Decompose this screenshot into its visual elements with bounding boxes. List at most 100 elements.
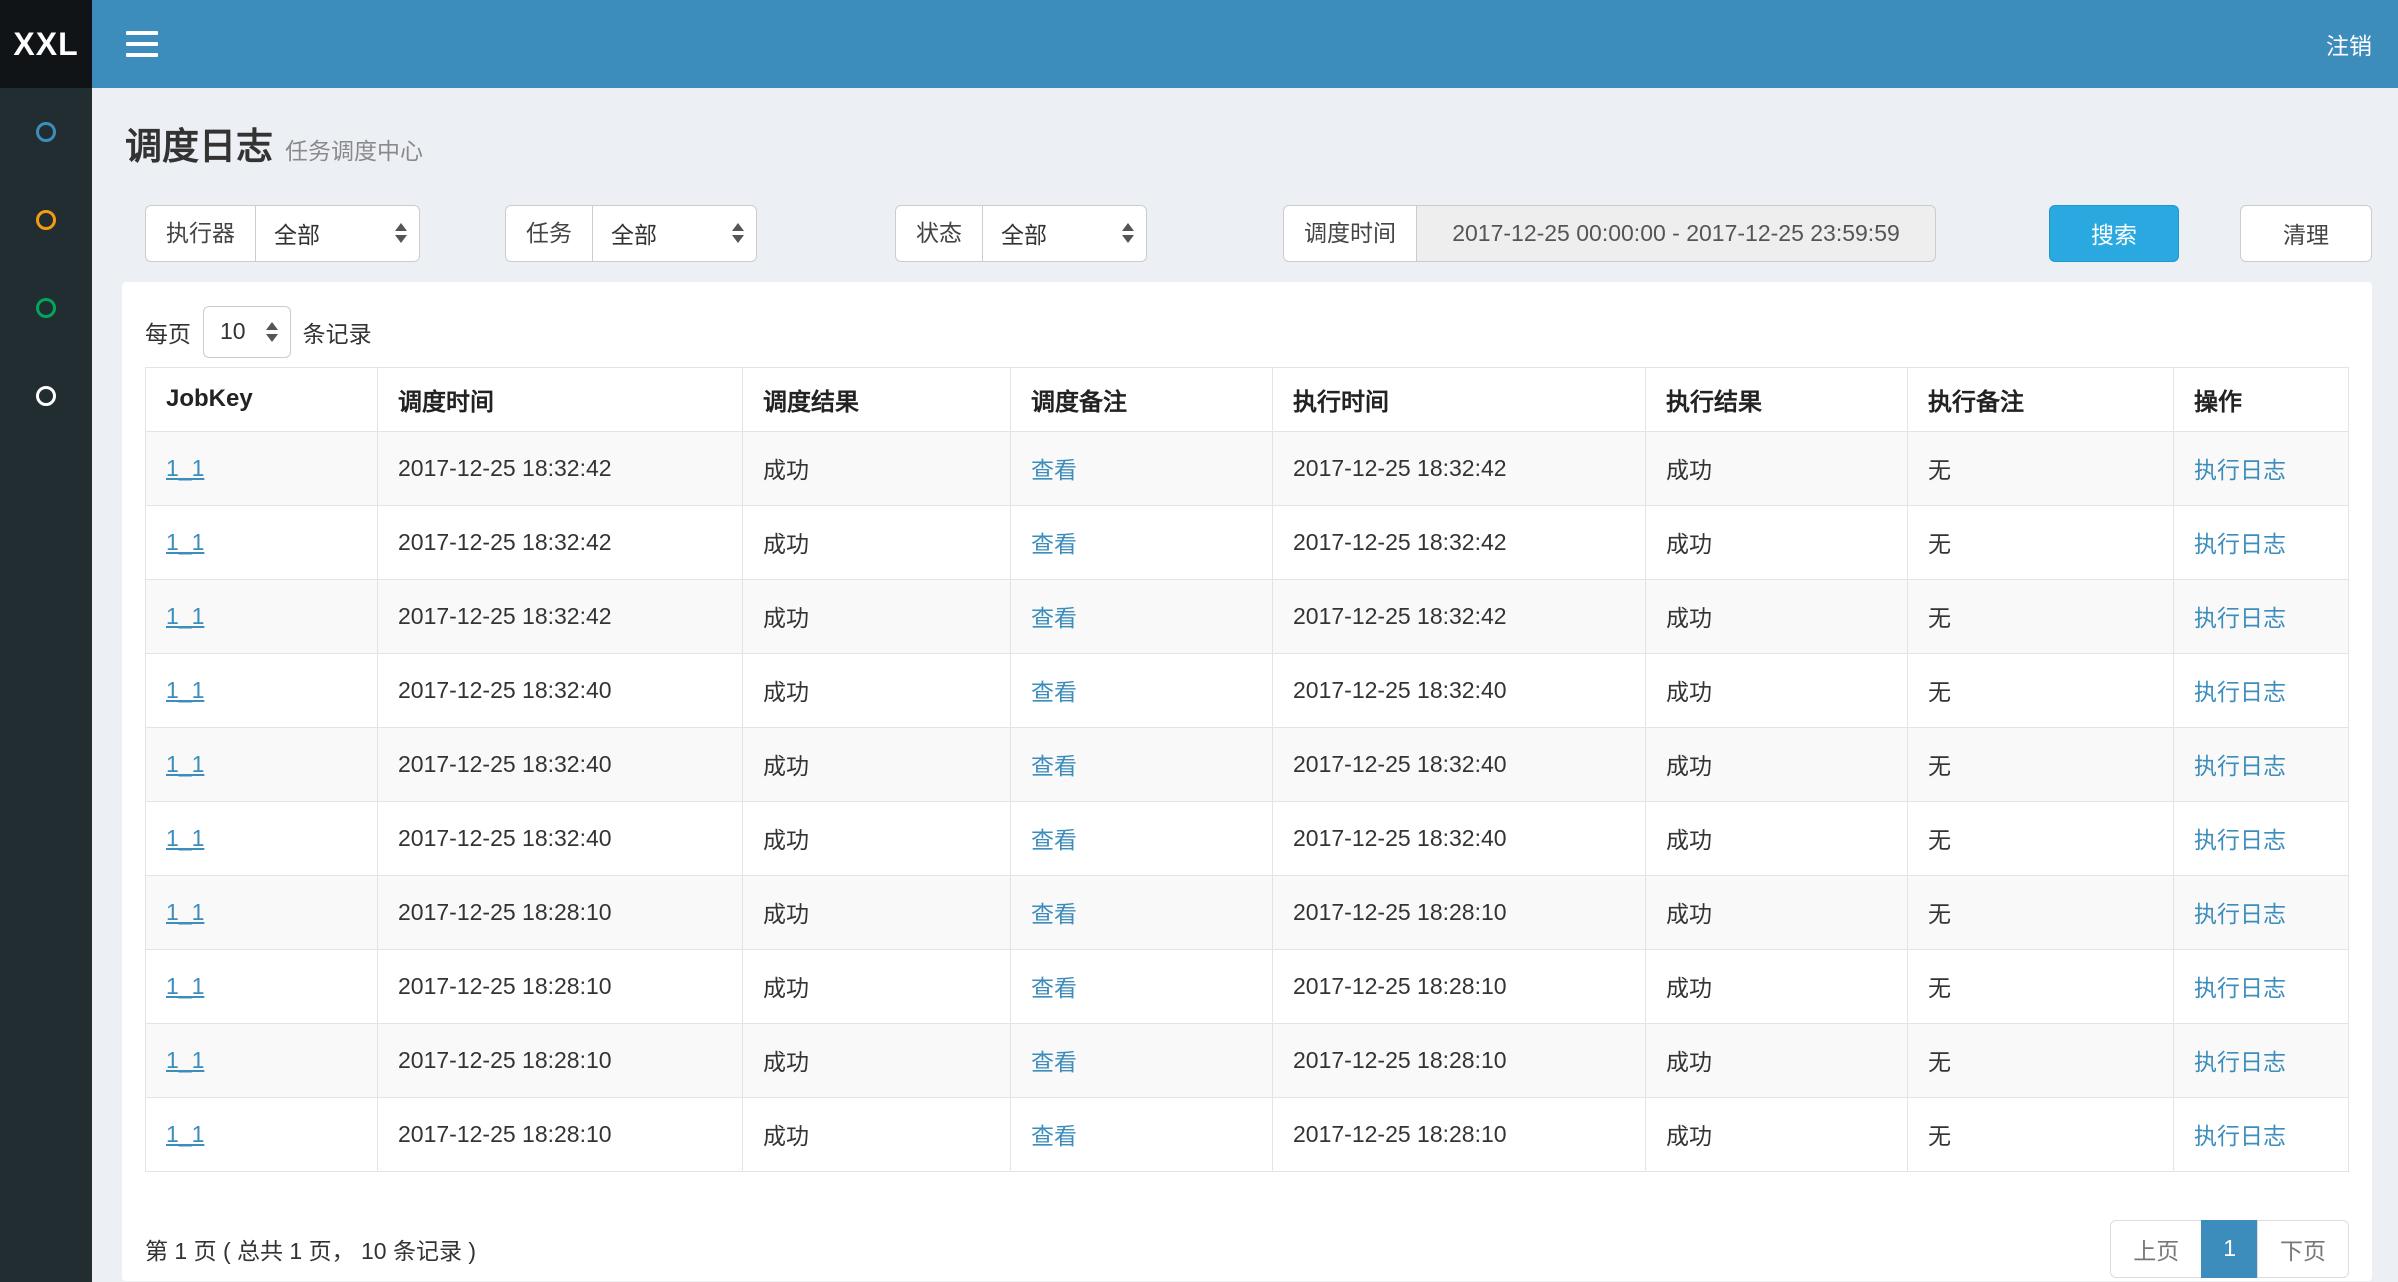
table-footer: 第 1 页 ( 总共 1 页， 10 条记录 ) 上页 1 下页 <box>145 1220 2349 1278</box>
prev-page-button[interactable]: 上页 <box>2110 1220 2202 1278</box>
column-header[interactable]: 调度结果 <box>743 367 1011 431</box>
clear-button[interactable]: 清理 <box>2240 205 2372 262</box>
job-key-link[interactable]: 1_1 <box>166 1121 204 1147</box>
view-execution-log-link[interactable]: 执行日志 <box>2194 901 2286 927</box>
column-header[interactable]: 调度备注 <box>1011 367 1273 431</box>
column-header[interactable]: 执行结果 <box>1646 367 1908 431</box>
cell-handle-msg: 无 <box>1908 1097 2174 1171</box>
sidebar-item[interactable] <box>0 176 92 264</box>
brand-logo[interactable]: XXL <box>0 0 92 88</box>
sidebar-item[interactable] <box>0 88 92 176</box>
job-key-link[interactable]: 1_1 <box>166 825 204 851</box>
cell-action: 执行日志 <box>2174 431 2349 505</box>
page-size-prefix: 每页 <box>145 315 191 349</box>
job-key-link[interactable]: 1_1 <box>166 899 204 925</box>
view-trigger-msg-link[interactable]: 查看 <box>1031 975 1077 1001</box>
job-select[interactable]: 全部 <box>592 205 757 262</box>
search-button[interactable]: 搜索 <box>2049 205 2179 262</box>
column-header[interactable]: 执行备注 <box>1908 367 2174 431</box>
job-key-link[interactable]: 1_1 <box>166 751 204 777</box>
page-size-select[interactable]: 10 <box>203 306 291 358</box>
view-execution-log-link[interactable]: 执行日志 <box>2194 457 2286 483</box>
column-header[interactable]: 执行时间 <box>1273 367 1646 431</box>
log-row: 1_12017-12-25 18:28:10成功查看2017-12-25 18:… <box>146 1097 2349 1171</box>
cell-action: 执行日志 <box>2174 579 2349 653</box>
navbar-content: 注销 <box>92 0 2398 88</box>
view-execution-log-link[interactable]: 执行日志 <box>2194 1049 2286 1075</box>
time-filter-label: 调度时间 <box>1283 205 1416 262</box>
cell-trigger-msg: 查看 <box>1011 727 1273 801</box>
cell-handle-result: 成功 <box>1646 1023 1908 1097</box>
view-trigger-msg-link[interactable]: 查看 <box>1031 1049 1077 1075</box>
view-trigger-msg-link[interactable]: 查看 <box>1031 753 1077 779</box>
view-execution-log-link[interactable]: 执行日志 <box>2194 531 2286 557</box>
hamburger-icon <box>126 31 158 57</box>
view-trigger-msg-link[interactable]: 查看 <box>1031 457 1077 483</box>
view-execution-log-link[interactable]: 执行日志 <box>2194 1123 2286 1149</box>
view-execution-log-link[interactable]: 执行日志 <box>2194 679 2286 705</box>
page-size-suffix: 条记录 <box>303 315 372 349</box>
schedule-time-range-input[interactable]: 2017-12-25 00:00:00 - 2017-12-25 23:59:5… <box>1416 205 1936 262</box>
view-trigger-msg-link[interactable]: 查看 <box>1031 827 1077 853</box>
job-key-link[interactable]: 1_1 <box>166 677 204 703</box>
log-table-body: 1_12017-12-25 18:32:42成功查看2017-12-25 18:… <box>146 431 2349 1171</box>
status-select[interactable]: 全部 <box>982 205 1147 262</box>
cell-trigger-result: 成功 <box>743 1023 1011 1097</box>
main-content: 调度日志任务调度中心 执行器 全部 任务 全部 状态 全部 调度 <box>92 88 2398 1282</box>
cell-action: 执行日志 <box>2174 505 2349 579</box>
executor-select[interactable]: 全部 <box>255 205 420 262</box>
job-key-link[interactable]: 1_1 <box>166 603 204 629</box>
column-header[interactable]: 调度时间 <box>378 367 743 431</box>
job-select-value: 全部 <box>611 216 657 250</box>
log-table: JobKey调度时间调度结果调度备注执行时间执行结果执行备注操作 1_1 2017… <box>145 367 2349 1172</box>
log-table-header-row: JobKey调度时间调度结果调度备注执行时间执行结果执行备注操作 <box>146 367 2349 431</box>
executor-filter-label: 执行器 <box>145 205 255 262</box>
select-arrows-icon <box>266 322 278 342</box>
job-key-link[interactable]: 1_1 <box>166 973 204 999</box>
cell-action: 执行日志 <box>2174 801 2349 875</box>
log-row: 1_12017-12-25 18:32:40成功查看2017-12-25 18:… <box>146 727 2349 801</box>
cell-trigger-msg: 查看 <box>1011 653 1273 727</box>
view-trigger-msg-link[interactable]: 查看 <box>1031 679 1077 705</box>
view-trigger-msg-link[interactable]: 查看 <box>1031 1123 1077 1149</box>
status-filter-label: 状态 <box>895 205 982 262</box>
sidebar-item[interactable] <box>0 264 92 352</box>
logout-link[interactable]: 注销 <box>2326 27 2372 61</box>
cell-handle-time: 2017-12-25 18:28:10 <box>1273 949 1646 1023</box>
content-header: 调度日志任务调度中心 <box>92 88 2398 169</box>
cell-trigger-msg: 查看 <box>1011 505 1273 579</box>
view-execution-log-link[interactable]: 执行日志 <box>2194 753 2286 779</box>
filter-toolbar: 执行器 全部 任务 全部 状态 全部 调度时间 2017-12-25 00:00… <box>92 205 2398 262</box>
cell-trigger-msg: 查看 <box>1011 1023 1273 1097</box>
cell-handle-result: 成功 <box>1646 1097 1908 1171</box>
view-execution-log-link[interactable]: 执行日志 <box>2194 975 2286 1001</box>
column-header[interactable]: JobKey <box>146 367 378 431</box>
view-trigger-msg-link[interactable]: 查看 <box>1031 531 1077 557</box>
job-key-link[interactable]: 1_1 <box>166 1047 204 1073</box>
view-execution-log-link[interactable]: 执行日志 <box>2194 605 2286 631</box>
job-key-link[interactable]: 1_1 <box>166 529 204 555</box>
cell-trigger-msg: 查看 <box>1011 949 1273 1023</box>
column-header[interactable]: 操作 <box>2174 367 2349 431</box>
log-row: 1_12017-12-25 18:32:42成功查看2017-12-25 18:… <box>146 579 2349 653</box>
sidebar-menu <box>0 88 92 440</box>
circle-outline-icon <box>36 298 56 318</box>
cell-trigger-msg: 查看 <box>1011 1097 1273 1171</box>
cell-handle-msg: 无 <box>1908 1023 2174 1097</box>
job-key-link[interactable]: 1_1 <box>166 455 204 481</box>
cell-handle-time: 2017-12-25 18:32:40 <box>1273 727 1646 801</box>
page-1-button[interactable]: 1 <box>2201 1220 2258 1278</box>
page-subtitle: 任务调度中心 <box>285 138 423 164</box>
sidebar-item[interactable] <box>0 352 92 440</box>
cell-job-key: 1_1 <box>146 801 378 875</box>
page-size-control: 每页 10 条记录 <box>145 305 2349 359</box>
sidebar-toggle-button[interactable] <box>120 21 164 67</box>
view-trigger-msg-link[interactable]: 查看 <box>1031 605 1077 631</box>
cell-trigger-result: 成功 <box>743 727 1011 801</box>
cell-handle-time: 2017-12-25 18:32:42 <box>1273 579 1646 653</box>
cell-handle-msg: 无 <box>1908 579 2174 653</box>
cell-action: 执行日志 <box>2174 1023 2349 1097</box>
view-execution-log-link[interactable]: 执行日志 <box>2194 827 2286 853</box>
next-page-button[interactable]: 下页 <box>2257 1220 2349 1278</box>
view-trigger-msg-link[interactable]: 查看 <box>1031 901 1077 927</box>
